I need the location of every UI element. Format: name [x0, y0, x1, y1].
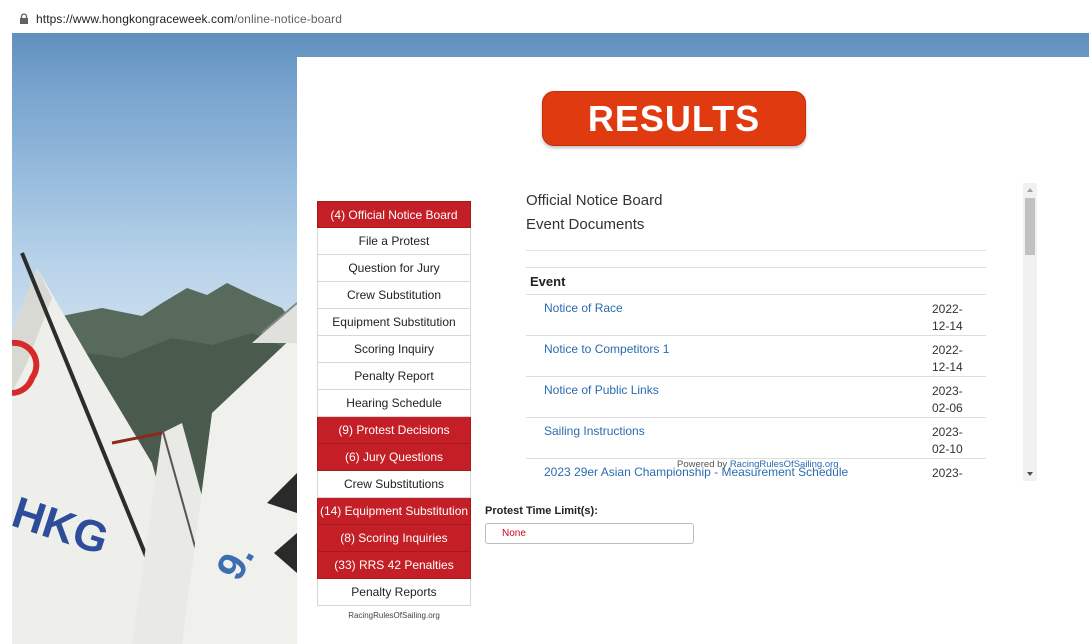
powered-by-link[interactable]: RacingRulesOfSailing.org — [730, 459, 839, 470]
menu-item[interactable]: (6) Jury Questions — [317, 444, 471, 471]
menu-item[interactable]: Scoring Inquiry — [317, 336, 471, 363]
documents-table: Notice of Race 2022-12-14 Notice to Comp… — [526, 294, 986, 481]
table-row: Sailing Instructions 2023-02-10 — [526, 417, 986, 458]
menu-item[interactable]: (8) Scoring Inquiries — [317, 525, 471, 552]
document-link[interactable]: Notice to Competitors 1 — [544, 342, 669, 356]
menu-item[interactable]: Crew Substitutions — [317, 471, 471, 498]
document-link[interactable]: Sailing Instructions — [544, 424, 645, 438]
document-date: 2022-12-14 — [932, 343, 963, 374]
menu-item[interactable]: Penalty Report — [317, 363, 471, 390]
menu-item[interactable]: Penalty Reports — [317, 579, 471, 606]
menu-item[interactable]: Crew Substitution — [317, 282, 471, 309]
menu-item[interactable]: Equipment Substitution — [317, 309, 471, 336]
document-link[interactable]: Notice of Race — [544, 301, 623, 315]
address-bar[interactable]: https://www.hongkongraceweek.com/online-… — [0, 0, 1089, 37]
powered-prefix: Powered by — [677, 459, 730, 470]
document-date: 2023-02-10 — [932, 425, 963, 456]
menu-item[interactable]: File a Protest — [317, 228, 471, 255]
results-button[interactable]: RESULTS — [542, 91, 806, 146]
protest-time-limit-label: Protest Time Limit(s): — [485, 505, 598, 517]
document-link[interactable]: Notice of Public Links — [544, 383, 659, 397]
scrollbar-thumb[interactable] — [1025, 198, 1035, 255]
menu-item[interactable]: Hearing Schedule — [317, 390, 471, 417]
notice-board-menu: (4) Official Notice Board File a Protest Q… — [317, 201, 471, 620]
menu-item[interactable]: Question for Jury — [317, 255, 471, 282]
notice-board-title: Official Notice Board — [526, 192, 663, 209]
divider — [526, 250, 986, 251]
scroll-up-arrow-icon[interactable] — [1023, 183, 1037, 197]
table-row: Notice of Public Links 2023-02-06 — [526, 376, 986, 417]
menu-item[interactable]: (33) RRS 42 Penalties — [317, 552, 471, 579]
table-row: Notice to Competitors 1 2022-12-14 — [526, 335, 986, 376]
menu-item[interactable]: (4) Official Notice Board — [317, 201, 471, 228]
protest-time-limit-field: None — [485, 523, 694, 544]
lock-icon — [20, 12, 28, 24]
event-section-label: Event — [530, 274, 566, 289]
menu-item[interactable]: (9) Protest Decisions — [317, 417, 471, 444]
document-date: 2022-12-14 — [932, 302, 963, 333]
scroll-down-arrow-icon[interactable] — [1023, 467, 1037, 481]
event-documents-heading: Event Documents — [526, 216, 645, 233]
documents-scrollbar[interactable] — [1023, 183, 1037, 481]
event-documents-frame: Official Notice Board Event Documents Ev… — [512, 183, 1040, 481]
document-date: 2023-02- — [932, 466, 963, 480]
divider — [526, 267, 986, 268]
table-row: Notice of Race 2022-12-14 — [526, 294, 986, 335]
document-date: 2023-02-06 — [932, 384, 963, 415]
menu-footer-link[interactable]: RacingRulesOfSailing.org — [317, 611, 471, 620]
url-text: https://www.hongkongraceweek.com/online-… — [36, 11, 343, 26]
menu-item[interactable]: (14) Equipment Substitution — [317, 498, 471, 525]
powered-by-text: Powered by RacingRulesOfSailing.org — [677, 459, 839, 470]
